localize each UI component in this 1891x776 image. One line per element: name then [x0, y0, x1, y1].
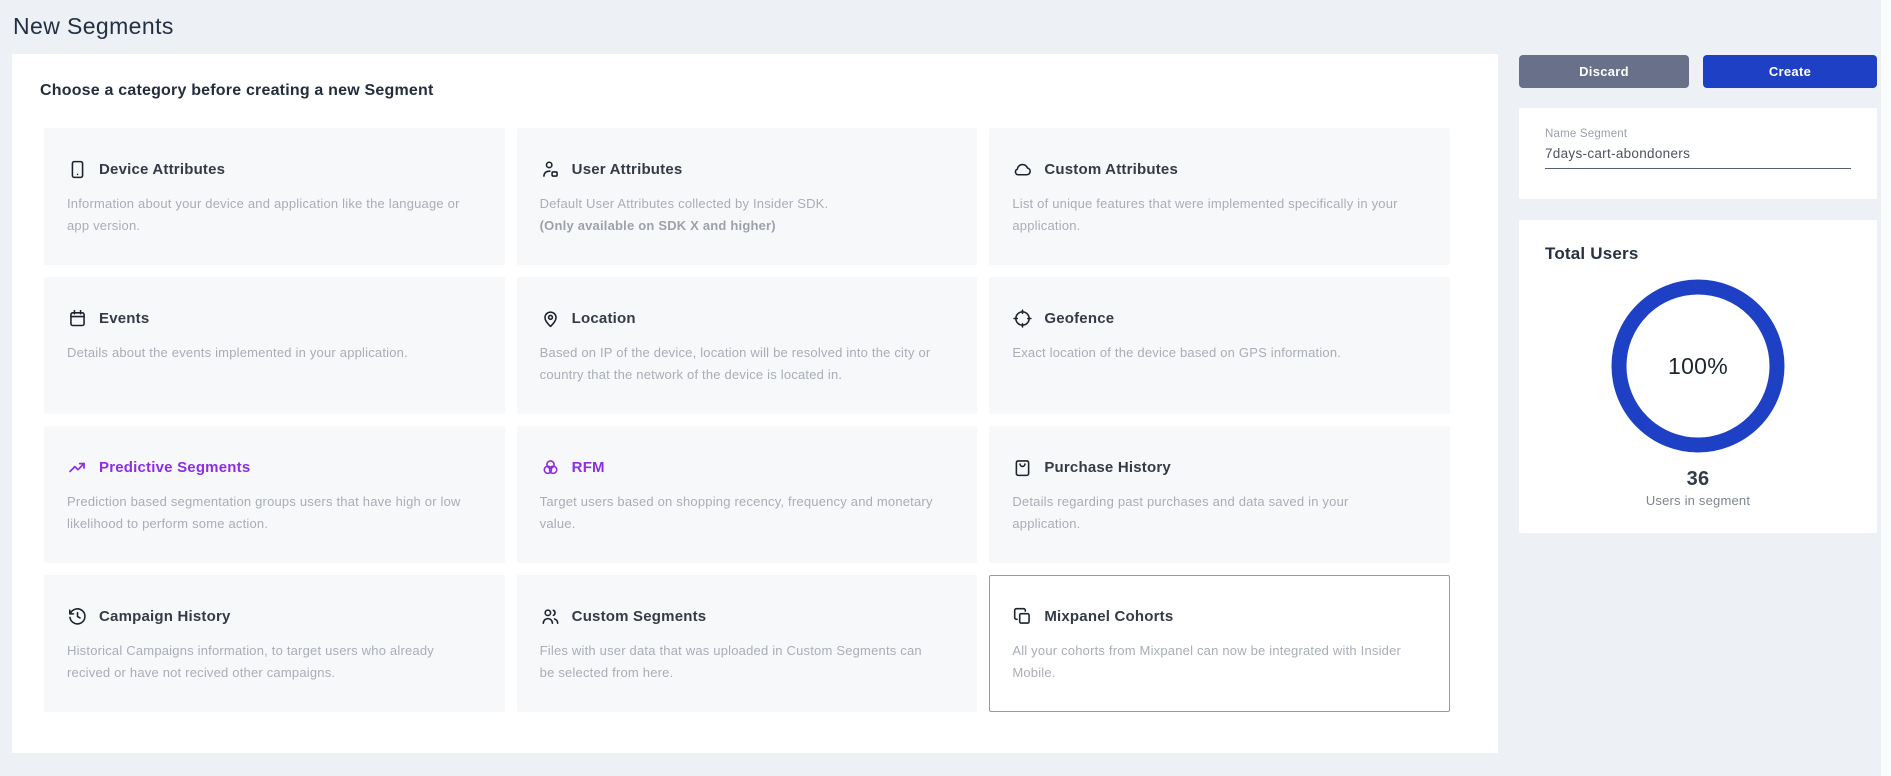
category-title: RFM [572, 459, 605, 476]
action-buttons: Discard Create [1519, 55, 1877, 88]
category-card-device-attributes[interactable]: Device Attributes Information about your… [44, 128, 505, 265]
category-card-rfm[interactable]: RFM Target users based on shopping recen… [517, 426, 978, 563]
side-panel: Discard Create Name Segment Total Users … [1519, 54, 1877, 533]
category-card-user-attributes[interactable]: User Attributes Default User Attributes … [517, 128, 978, 265]
category-title: Mixpanel Cohorts [1044, 608, 1173, 625]
device-icon [67, 159, 88, 180]
page-title: New Segments [13, 13, 1891, 40]
pin-icon [540, 308, 561, 329]
donut-percent-label: 100% [1610, 278, 1786, 454]
users-icon [540, 606, 561, 627]
category-description: Details about the events implemented in … [67, 342, 474, 364]
user-icon [540, 159, 561, 180]
venn-icon [540, 457, 561, 478]
category-card-events[interactable]: Events Details about the events implemen… [44, 277, 505, 414]
category-card-mixpanel-cohorts[interactable]: Mixpanel Cohorts All your cohorts from M… [989, 575, 1450, 712]
bag-icon [1012, 457, 1033, 478]
category-card-location[interactable]: Location Based on IP of the device, loca… [517, 277, 978, 414]
category-card-custom-segments[interactable]: Custom Segments Files with user data tha… [517, 575, 978, 712]
page-header: New Segments [0, 0, 1891, 54]
history-icon [67, 606, 88, 627]
category-description: Exact location of the device based on GP… [1012, 342, 1419, 364]
name-segment-label: Name Segment [1545, 128, 1851, 140]
category-card-custom-attributes[interactable]: Custom Attributes List of unique feature… [989, 128, 1450, 265]
category-description: Files with user data that was uploaded i… [540, 640, 947, 684]
category-description: Based on IP of the device, location will… [540, 342, 947, 386]
category-title: Campaign History [99, 608, 231, 625]
name-segment-card: Name Segment [1519, 108, 1877, 199]
cloud-icon [1012, 159, 1033, 180]
category-title: Device Attributes [99, 161, 225, 178]
category-title: Predictive Segments [99, 459, 250, 476]
category-description: All your cohorts from Mixpanel can now b… [1012, 640, 1419, 684]
segment-category-panel: Choose a category before creating a new … [12, 54, 1498, 753]
scrollbar-track[interactable] [1881, 0, 1891, 776]
cohorts-icon [1012, 606, 1033, 627]
category-title: Custom Segments [572, 608, 707, 625]
category-card-grid: Device Attributes Information about your… [44, 128, 1450, 712]
calendar-icon [67, 308, 88, 329]
category-description: Target users based on shopping recency, … [540, 491, 947, 535]
category-description: Default User Attributes collected by Ins… [540, 193, 947, 215]
create-button[interactable]: Create [1703, 55, 1877, 88]
total-users-heading: Total Users [1545, 244, 1851, 264]
content: Choose a category before creating a new … [0, 54, 1891, 753]
geofence-icon [1012, 308, 1033, 329]
category-title: Events [99, 310, 149, 327]
users-caption: Users in segment [1545, 493, 1851, 508]
users-donut-chart: 100% [1610, 278, 1786, 454]
category-title: Geofence [1044, 310, 1114, 327]
category-description-note: (Only available on SDK X and higher) [540, 215, 947, 237]
category-title: Location [572, 310, 636, 327]
panel-heading: Choose a category before creating a new … [40, 82, 1472, 100]
category-description: Details regarding past purchases and dat… [1012, 491, 1419, 535]
trend-up-icon [67, 457, 88, 478]
total-users-card: Total Users 100% 36 Users in segment [1519, 220, 1877, 533]
category-card-geofence[interactable]: Geofence Exact location of the device ba… [989, 277, 1450, 414]
discard-button[interactable]: Discard [1519, 55, 1689, 88]
category-card-predictive-segments[interactable]: Predictive Segments Prediction based seg… [44, 426, 505, 563]
category-title: User Attributes [572, 161, 683, 178]
name-segment-input[interactable] [1545, 146, 1851, 169]
category-description: Historical Campaigns information, to tar… [67, 640, 474, 684]
category-description: Prediction based segmentation groups use… [67, 491, 474, 535]
category-card-campaign-history[interactable]: Campaign History Historical Campaigns in… [44, 575, 505, 712]
category-description: Information about your device and applic… [67, 193, 474, 237]
category-title: Custom Attributes [1044, 161, 1178, 178]
category-description: List of unique features that were implem… [1012, 193, 1419, 237]
users-count: 36 [1545, 468, 1851, 491]
category-title: Purchase History [1044, 459, 1171, 476]
category-card-purchase-history[interactable]: Purchase History Details regarding past … [989, 426, 1450, 563]
